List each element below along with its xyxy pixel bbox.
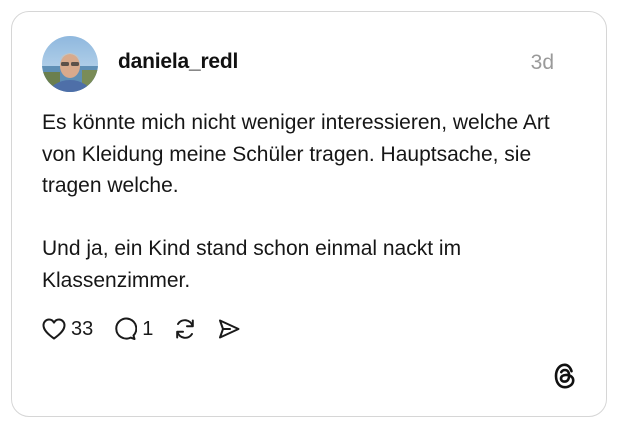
post-paragraph: Und ja, ein Kind stand schon einmal nack…: [42, 237, 462, 292]
avatar[interactable]: [42, 36, 98, 92]
reply-button[interactable]: 1: [113, 317, 153, 341]
action-bar: 33 1: [42, 315, 261, 343]
post-body: Es könnte mich nicht weniger interessier…: [42, 107, 582, 296]
share-button[interactable]: [217, 317, 241, 341]
reply-count: 1: [142, 317, 154, 340]
username[interactable]: daniela_redl: [118, 50, 238, 74]
comment-icon: [113, 317, 138, 341]
heart-icon: [42, 318, 66, 340]
repost-button[interactable]: [173, 317, 197, 341]
post-card: daniela_redl 3d Es könnte mich nicht wen…: [11, 11, 607, 417]
post-timestamp: 3d: [530, 51, 554, 74]
like-count: 33: [71, 317, 94, 340]
post-paragraph: Es könnte mich nicht weniger interessier…: [42, 111, 550, 197]
repost-icon: [173, 317, 197, 341]
threads-logo-icon[interactable]: [552, 362, 578, 390]
like-button[interactable]: 33: [42, 318, 93, 341]
send-icon: [217, 317, 241, 341]
